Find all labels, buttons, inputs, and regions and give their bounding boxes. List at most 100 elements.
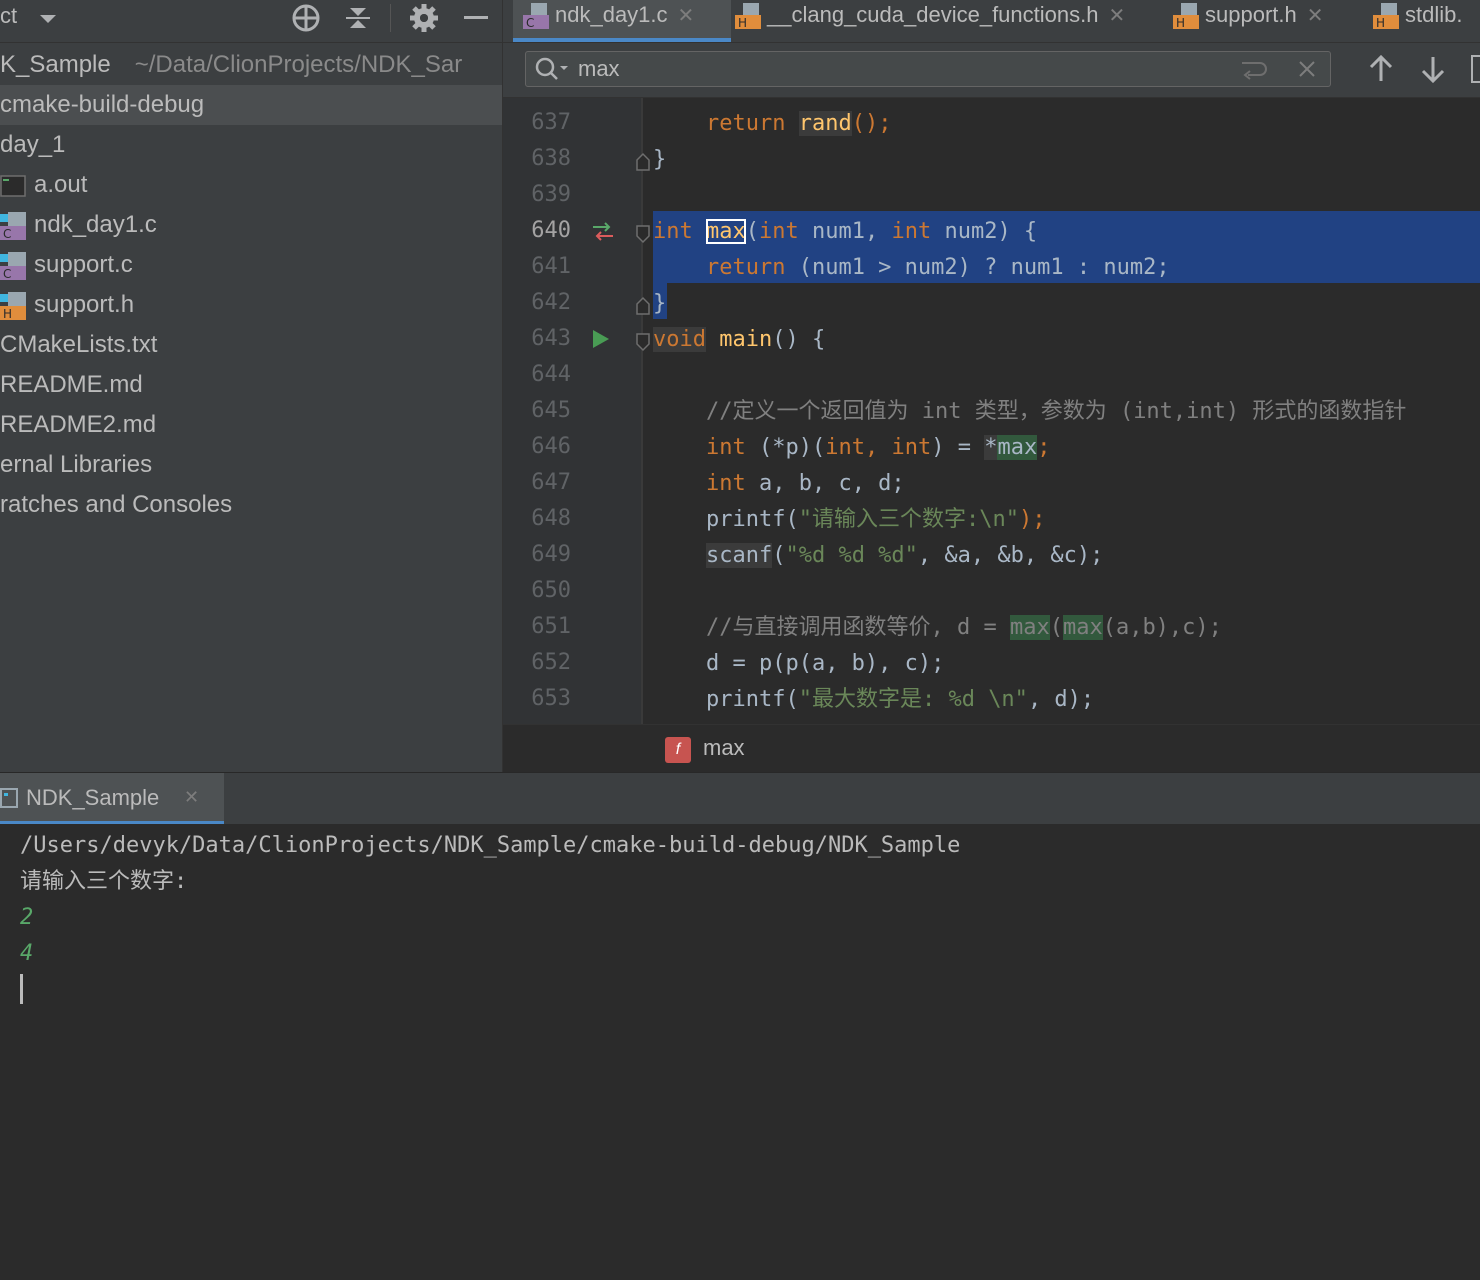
- run-icon[interactable]: [591, 328, 611, 354]
- line-number: 642: [531, 290, 571, 315]
- run-console[interactable]: /Users/devyk/Data/ClionProjects/NDK_Samp…: [0, 824, 1480, 1280]
- find-bar: [503, 43, 1480, 98]
- code-line-652: d = p(p(a, b), c);: [653, 646, 944, 682]
- toolbar-divider: [390, 4, 391, 32]
- tree-item-label: ernal Libraries: [0, 451, 153, 478]
- code-token: (: [785, 507, 799, 532]
- close-icon[interactable]: ✕: [678, 5, 695, 27]
- tree-item-external-libraries[interactable]: ernal Libraries: [0, 445, 502, 485]
- line-number: 650: [531, 578, 571, 603]
- run-tool-window-header: NDK_Sample ✕: [0, 772, 1480, 825]
- implementation-arrows-icon[interactable]: [591, 220, 615, 248]
- code-line-648: printf("请输入三个数字:\n");: [653, 502, 1045, 538]
- code-line-651: //与直接调用函数等价, d = max(max(a,b),c);: [653, 610, 1222, 646]
- code-token: ) =: [931, 435, 985, 460]
- svg-text:C: C: [3, 227, 11, 240]
- collapse-icon[interactable]: [344, 4, 372, 32]
- tab-label: ndk_day1.c: [555, 2, 668, 27]
- fold-marker-icon[interactable]: [635, 332, 651, 356]
- svg-text:C: C: [3, 267, 11, 280]
- tree-item-support-c[interactable]: C support.c: [0, 245, 502, 285]
- code-token: ,: [864, 435, 892, 460]
- tree-item-a-out[interactable]: a.out: [0, 165, 502, 205]
- console-icon: [0, 787, 20, 816]
- search-icon[interactable]: [534, 56, 570, 87]
- breadcrumb[interactable]: f max: [503, 724, 1480, 773]
- code-token: num2) {: [931, 219, 1038, 244]
- tree-item-label: support.h: [34, 291, 135, 318]
- tab-clang-cuda-device-functions[interactable]: H __clang_cuda_device_functions.h ✕: [735, 0, 1155, 42]
- tree-item-project-root[interactable]: K_Sample ~/Data/ClionProjects/NDK_Sar: [0, 45, 502, 85]
- console-output-line: 请输入三个数字:: [20, 869, 188, 894]
- fold-marker-icon[interactable]: [635, 152, 651, 176]
- project-view-title[interactable]: ct: [0, 0, 17, 32]
- breadcrumb-label[interactable]: max: [703, 735, 745, 761]
- fold-marker-icon[interactable]: [635, 224, 651, 248]
- close-icon[interactable]: ✕: [184, 787, 199, 808]
- tab-label: support.h: [1205, 2, 1297, 27]
- keyword: int: [705, 435, 746, 460]
- function-call: rand: [798, 111, 852, 136]
- h-file-icon: H: [1173, 3, 1199, 30]
- chevron-down-icon[interactable]: [34, 4, 62, 32]
- previous-occurrence-icon[interactable]: [1367, 53, 1395, 90]
- tree-item-readme2[interactable]: README2.md: [0, 405, 502, 445]
- code-line-649: scanf("%d %d %d", &a, &b, &c);: [653, 538, 1103, 574]
- tree-item-scratches-consoles[interactable]: ratches and Consoles: [0, 485, 502, 525]
- search-field[interactable]: [525, 51, 1331, 87]
- search-match-current: max: [706, 219, 746, 244]
- function-name: main: [719, 327, 773, 352]
- search-input[interactable]: [578, 52, 1218, 86]
- close-icon[interactable]: ✕: [1108, 5, 1125, 27]
- code-token: );: [1018, 507, 1046, 532]
- close-icon[interactable]: ✕: [1307, 5, 1324, 27]
- project-path: ~/Data/ClionProjects/NDK_Sar: [134, 51, 463, 78]
- tab-run-ndk-sample[interactable]: NDK_Sample ✕: [0, 773, 224, 825]
- editor-tab-bar: C ndk_day1.c ✕ H __clang_cuda_device_func…: [503, 0, 1480, 43]
- tree-item-day-1[interactable]: day_1: [0, 125, 502, 165]
- code-token: , &a, &b, &c);: [917, 543, 1104, 568]
- tree-item-ndk-day1-c[interactable]: C ndk_day1.c: [0, 205, 502, 245]
- clear-icon[interactable]: [1296, 58, 1318, 85]
- function-call: scanf: [705, 543, 773, 568]
- tree-item-cmake-build-debug[interactable]: cmake-build-debug: [0, 85, 502, 125]
- code-token: ;: [1037, 435, 1051, 460]
- code-line-645: //定义一个返回值为 int 类型，参数为 (int,int) 形式的函数指针: [653, 394, 1406, 430]
- line-number: 640: [531, 218, 571, 243]
- keyword: int: [891, 219, 932, 244]
- next-occurrence-icon[interactable]: [1419, 53, 1447, 90]
- tab-support-h[interactable]: H support.h ✕: [1173, 0, 1353, 42]
- keyword: return: [705, 111, 786, 136]
- keyword: int: [825, 435, 865, 460]
- tree-item-support-h[interactable]: H support.h: [0, 285, 502, 325]
- line-number: 638: [531, 146, 571, 171]
- tree-item-label: ratches and Consoles: [0, 491, 233, 518]
- code-token: (*p)(: [745, 435, 826, 460]
- tree-item-cmakelists[interactable]: CMakeLists.txt: [0, 325, 502, 365]
- code-line-647: int a, b, c, d;: [653, 466, 905, 502]
- wrap-icon[interactable]: [1238, 57, 1268, 86]
- minimize-icon[interactable]: [462, 4, 490, 32]
- svg-text:H: H: [1176, 16, 1185, 29]
- code-token: ();: [851, 111, 892, 136]
- line-number: 643: [531, 326, 571, 351]
- code-line-640: int max(int num1, int num2) {: [653, 214, 1037, 250]
- tree-item-readme[interactable]: README.md: [0, 365, 502, 405]
- c-file-icon: C: [0, 211, 28, 241]
- code-token: (: [785, 687, 799, 712]
- search-match: max: [1009, 615, 1050, 640]
- gear-icon[interactable]: [410, 4, 438, 32]
- tree-item-label: README.md: [0, 371, 143, 398]
- code-editor[interactable]: 637 638 639 640 641 642 643 644 645 646 …: [503, 98, 1480, 724]
- tab-ndk-day1-c[interactable]: C ndk_day1.c ✕: [513, 0, 731, 42]
- comment: (a,b),c);: [1102, 615, 1222, 640]
- tree-item-label: CMakeLists.txt: [0, 331, 158, 358]
- filter-icon[interactable]: [1471, 55, 1480, 83]
- tab-stdlib[interactable]: H stdlib.: [1373, 0, 1480, 42]
- string-literal: "请输入三个数字:\n": [798, 507, 1019, 532]
- svg-text:H: H: [738, 16, 747, 29]
- string-literal: "最大数字是: %d \n": [798, 687, 1028, 712]
- locate-icon[interactable]: [290, 4, 320, 32]
- search-match: max: [1062, 615, 1103, 640]
- fold-marker-icon[interactable]: [635, 296, 651, 320]
